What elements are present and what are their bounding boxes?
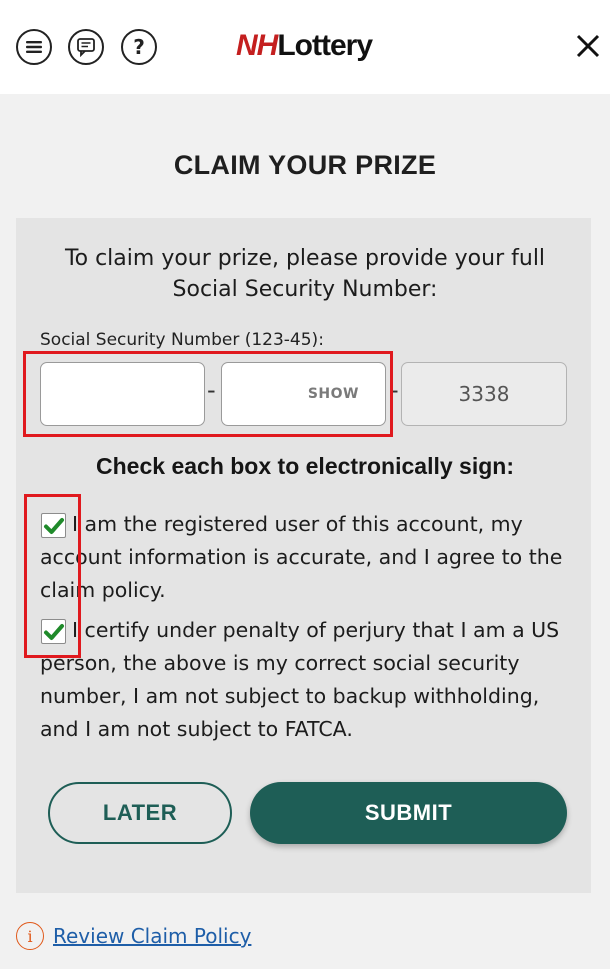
review-claim-policy-text[interactable]: Review Claim Policy [53, 924, 251, 948]
later-button[interactable]: LATER [48, 782, 232, 844]
top-bar: ? NH Lottery [0, 0, 610, 94]
help-icon[interactable]: ? [121, 29, 157, 65]
chat-icon[interactable] [68, 29, 104, 65]
intro-line-1: To claim your prize, please provide your… [64, 246, 546, 271]
logo-prefix: NH [236, 29, 278, 62]
agree-text-1: I am the registered user of this account… [40, 512, 563, 602]
highlight-checkboxes [24, 494, 81, 658]
agree-text-2: I certify under penalty of perjury that … [40, 618, 560, 741]
intro-line-2: Social Security Number: [172, 277, 438, 302]
ssn-last4-field: 3338 [401, 362, 567, 426]
page-title: CLAIM YOUR PRIZE [173, 150, 437, 180]
highlight-ssn-fields [23, 351, 393, 437]
info-icon: i [16, 922, 44, 950]
ssn-label: Social Security Number (123-45): [40, 330, 324, 350]
nh-lottery-logo: NH Lottery [236, 24, 373, 68]
close-icon[interactable] [574, 32, 602, 60]
menu-icon[interactable] [16, 29, 52, 65]
submit-button[interactable]: SUBMIT [250, 782, 567, 844]
ssn-last4-value: 3338 [458, 382, 510, 406]
review-claim-policy-link[interactable]: i Review Claim Policy [16, 920, 251, 952]
sign-heading: Check each box to electronically sign: [96, 453, 514, 479]
logo-suffix: Lottery [277, 29, 373, 62]
intro-text: To claim your prize, please provide your… [0, 243, 610, 305]
